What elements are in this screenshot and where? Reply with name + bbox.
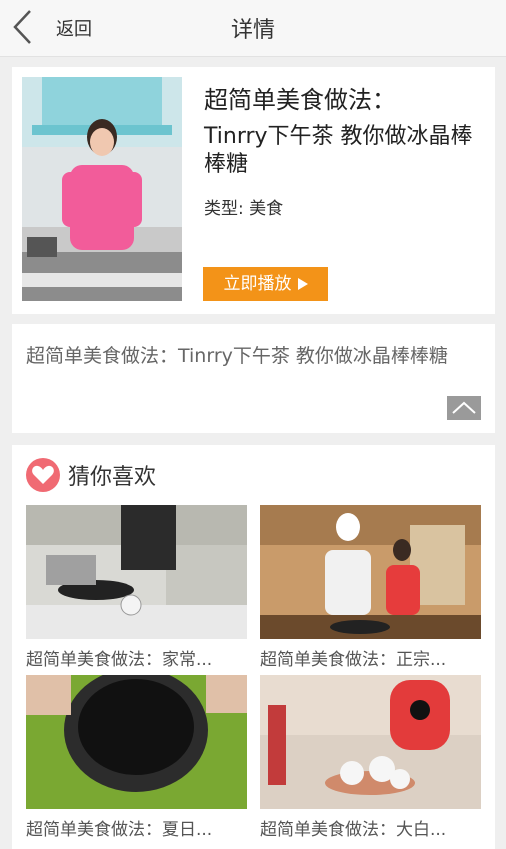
recommendation-item[interactable]: 超简单美食做法：正宗...	[260, 505, 481, 670]
description-text: 超简单美食做法：Tinrry下午茶 教你做冰晶棒棒糖	[26, 345, 448, 367]
recommendation-thumbnail	[26, 675, 247, 809]
recommendation-item[interactable]: 超简单美食做法：家常...	[26, 505, 247, 670]
video-title: 超简单美食做法：	[204, 86, 396, 114]
recommendations-card: 猜你喜欢 超简单美食做法：家常... 超简单美食做法：正宗... 超简单美食做法…	[12, 445, 495, 849]
recommendation-item[interactable]: 超简单美食做法：夏日...	[26, 675, 247, 840]
video-thumbnail[interactable]	[22, 77, 182, 301]
top-bar: 返回 详情	[0, 0, 506, 57]
page-title: 详情	[230, 18, 275, 43]
video-subtitle: Tinrry下午茶 教你做冰晶棒棒糖	[204, 124, 473, 177]
video-info-card: 超简单美食做法： Tinrry下午茶 教你做冰晶棒棒糖 类型: 美食 立即播放	[12, 67, 495, 314]
recommendation-item[interactable]: 超简单美食做法：大白...	[260, 675, 481, 840]
heart-icon	[26, 458, 60, 492]
description-card: 超简单美食做法：Tinrry下午茶 教你做冰晶棒棒糖	[12, 324, 495, 433]
play-now-button[interactable]: 立即播放	[203, 267, 328, 301]
recommendation-caption: 超简单美食做法：大白...	[260, 820, 447, 840]
recommendation-thumbnail	[260, 675, 481, 809]
recommendation-thumbnail	[26, 505, 247, 639]
recommendation-caption: 超简单美食做法：家常...	[26, 650, 213, 670]
section-title: 猜你喜欢	[68, 465, 157, 490]
play-label: 立即播放	[223, 274, 292, 294]
collapse-chevron-up-icon[interactable]	[447, 396, 481, 420]
play-icon	[297, 278, 308, 290]
recommendation-caption: 超简单美食做法：夏日...	[26, 820, 213, 840]
video-type: 类型: 美食	[204, 199, 284, 219]
recommendation-caption: 超简单美食做法：正宗...	[260, 650, 447, 670]
recommendation-thumbnail	[260, 505, 481, 639]
